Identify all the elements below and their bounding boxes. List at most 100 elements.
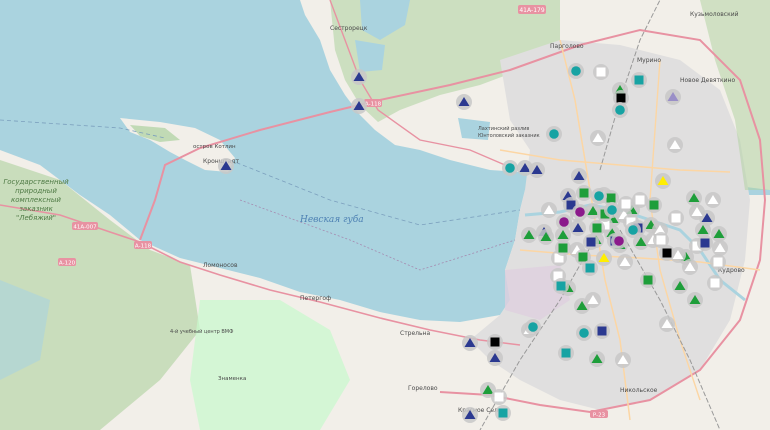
road-shield-label: А-118 [135, 244, 152, 250]
marker-symbol-square [592, 223, 602, 233]
map-marker-square[interactable] [491, 389, 507, 405]
reserve-label-line: комплексный [11, 196, 61, 204]
map-marker-square[interactable] [640, 272, 656, 288]
map-marker-square[interactable] [632, 192, 648, 208]
map-marker-square[interactable] [582, 260, 598, 276]
map-marker-square[interactable] [589, 220, 605, 236]
map-marker-triangle[interactable] [596, 250, 612, 266]
road-shield-label: А-118 [365, 102, 382, 108]
map-marker-triangle[interactable] [689, 204, 705, 220]
map-marker-square[interactable] [697, 235, 713, 251]
map-svg[interactable]: 41А-179 А-118 41А-007 А-120 Р-23 А-118 Н… [0, 0, 770, 430]
map-marker-triangle[interactable] [705, 192, 721, 208]
place-label: Петергоф [300, 295, 331, 302]
map-marker-triangle[interactable] [659, 316, 675, 332]
map-marker-circle[interactable] [591, 188, 607, 204]
map-marker-square[interactable] [558, 345, 574, 361]
marker-symbol-circle [607, 205, 617, 215]
map-marker-triangle[interactable] [351, 69, 367, 85]
reserve-label-line: Государственный [3, 178, 69, 186]
map-marker-triangle[interactable] [462, 407, 478, 423]
map-marker-triangle[interactable] [351, 98, 367, 114]
marker-symbol-square [656, 235, 666, 245]
map-marker-triangle[interactable] [589, 351, 605, 367]
marker-symbol-square [597, 326, 607, 336]
map-marker-triangle[interactable] [521, 227, 537, 243]
map-marker-square[interactable] [487, 334, 503, 350]
place-label: Новое Девяткино [680, 77, 735, 84]
map-marker-square[interactable] [659, 245, 675, 261]
map-marker-circle[interactable] [611, 233, 627, 249]
map-marker-triangle[interactable] [672, 278, 688, 294]
map-marker-triangle[interactable] [585, 292, 601, 308]
map-marker-triangle[interactable] [541, 202, 557, 218]
map-marker-square[interactable] [646, 197, 662, 213]
marker-symbol-circle [549, 129, 559, 139]
marker-symbol-square [662, 248, 672, 258]
map-marker-circle[interactable] [502, 160, 518, 176]
marker-symbol-square [700, 238, 710, 248]
marker-symbol-circle [528, 322, 538, 332]
road-shield: 41А-007 [72, 222, 98, 231]
map-marker-circle[interactable] [612, 102, 628, 118]
map-marker-circle[interactable] [625, 222, 641, 238]
map-marker-triangle[interactable] [665, 89, 681, 105]
map-marker-triangle[interactable] [218, 158, 234, 174]
map-marker-triangle[interactable] [615, 352, 631, 368]
sestroretsk-razliv [355, 40, 385, 72]
marker-symbol-square [621, 199, 631, 209]
road-shield: 41А-179 [518, 5, 546, 14]
map-marker-triangle[interactable] [687, 292, 703, 308]
map-marker-square[interactable] [593, 64, 609, 80]
map-marker-circle[interactable] [604, 202, 620, 218]
map-marker-square[interactable] [594, 323, 610, 339]
map-marker-triangle[interactable] [655, 173, 671, 189]
marker-symbol-square [498, 408, 508, 418]
map-marker-triangle[interactable] [487, 350, 503, 366]
map-marker-triangle[interactable] [617, 254, 633, 270]
map-marker-square[interactable] [576, 185, 592, 201]
map-marker-circle[interactable] [568, 63, 584, 79]
marker-symbol-square [561, 348, 571, 358]
map-marker-triangle[interactable] [711, 226, 727, 242]
map-marker-triangle[interactable] [590, 130, 606, 146]
map-marker-square[interactable] [553, 278, 569, 294]
map-marker-circle[interactable] [576, 325, 592, 341]
map-marker-square[interactable] [707, 275, 723, 291]
map-marker-square[interactable] [618, 196, 634, 212]
reserve-label-line: заказник [19, 205, 53, 213]
place-label: Стрельна [400, 330, 430, 337]
map-marker-square[interactable] [668, 210, 684, 226]
map-marker-triangle[interactable] [570, 220, 586, 236]
map-marker-triangle[interactable] [456, 94, 472, 110]
map-marker-square[interactable] [631, 72, 647, 88]
marker-symbol-square [556, 281, 566, 291]
map-marker-triangle[interactable] [667, 137, 683, 153]
map-marker-triangle[interactable] [712, 240, 728, 256]
map-marker-triangle[interactable] [571, 168, 587, 184]
map-marker-triangle[interactable] [682, 259, 698, 275]
map-marker-square[interactable] [710, 254, 726, 270]
marker-symbol-square [606, 193, 616, 203]
marker-symbol-circle [575, 207, 585, 217]
map-marker-circle[interactable] [546, 126, 562, 142]
road-shield-label: Р-23 [593, 413, 606, 419]
map-marker-square[interactable] [495, 405, 511, 421]
place-label: Никольское [620, 387, 658, 394]
map-marker-square[interactable] [583, 234, 599, 250]
map-marker-circle[interactable] [525, 319, 541, 335]
map-marker-triangle[interactable] [462, 335, 478, 351]
map-marker-circle[interactable] [556, 214, 572, 230]
map-marker-circle[interactable] [572, 204, 588, 220]
place-label: Мурино [637, 57, 661, 64]
map-marker-triangle[interactable] [538, 229, 554, 245]
map-marker-triangle[interactable] [686, 190, 702, 206]
road-shield: Р-23 [590, 410, 608, 419]
road-shield-label: 41А-007 [73, 225, 97, 231]
map-canvas[interactable]: 41А-179 А-118 41А-007 А-120 Р-23 А-118 Н… [0, 0, 770, 430]
marker-symbol-square [490, 337, 500, 347]
map-marker-square[interactable] [555, 240, 571, 256]
marker-symbol-circle [614, 236, 624, 246]
marker-symbol-circle [594, 191, 604, 201]
map-marker-triangle[interactable] [529, 162, 545, 178]
